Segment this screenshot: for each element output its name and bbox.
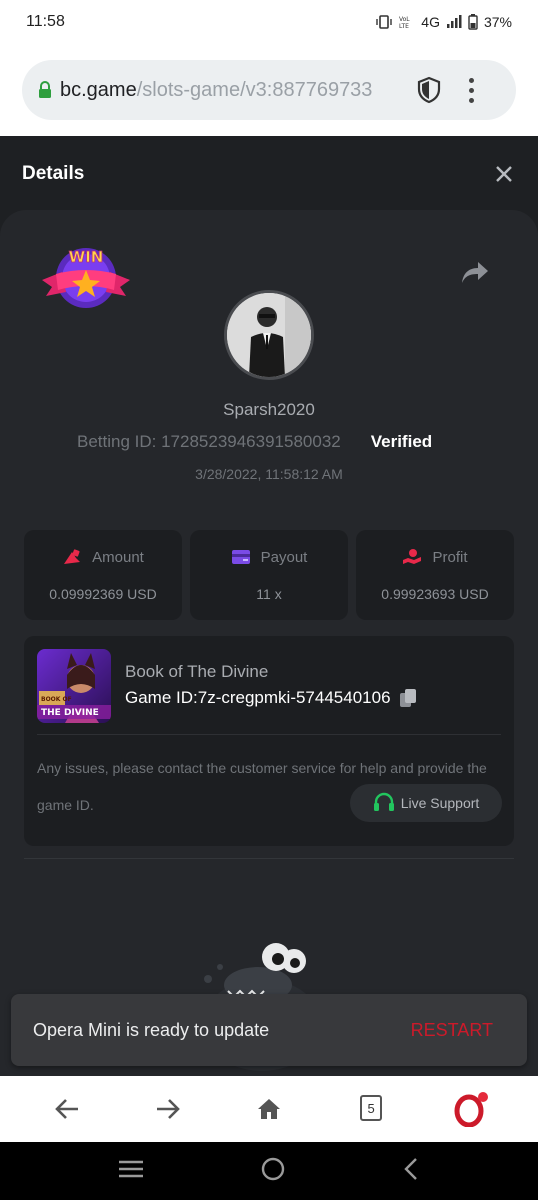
status-bar: 11:58 VoL LTE 4G 37% bbox=[0, 0, 538, 44]
home-icon bbox=[257, 1099, 280, 1119]
stat-payout-label-row: Payout bbox=[190, 548, 348, 566]
ad-block-shield-icon[interactable] bbox=[414, 75, 444, 105]
game-thumb-text-top: BOOK OF bbox=[41, 696, 72, 703]
game-thumbnail[interactable]: BOOK OF THE DIVINE bbox=[37, 649, 111, 723]
game-thumb-text-bottom: THE DIVINE bbox=[41, 708, 99, 718]
home-button[interactable] bbox=[247, 1087, 291, 1131]
more-vert-icon[interactable] bbox=[466, 77, 476, 103]
stat-payout-value: 11 x bbox=[256, 586, 282, 602]
battery-level: 37% bbox=[483, 14, 512, 30]
svg-text:VoL: VoL bbox=[399, 16, 410, 23]
vibrate-icon bbox=[375, 15, 393, 29]
toast-message: Opera Mini is ready to update bbox=[33, 1019, 270, 1040]
win-badge-icon: WIN bbox=[42, 240, 130, 312]
arrow-right-icon bbox=[156, 1099, 180, 1119]
profit-icon bbox=[402, 548, 422, 566]
browser-bottom-nav: 5 bbox=[0, 1076, 538, 1142]
stat-payout: Payout 11 x bbox=[190, 530, 348, 620]
amount-icon bbox=[62, 548, 82, 566]
system-back-icon[interactable] bbox=[402, 1157, 420, 1186]
stat-profit-label: Profit bbox=[432, 548, 468, 566]
username: Sparsh2020 bbox=[223, 400, 315, 419]
win-badge-text: WIN bbox=[69, 248, 104, 266]
svg-text:LTE: LTE bbox=[399, 23, 409, 29]
details-title: Details bbox=[22, 163, 85, 184]
betting-id-row: Betting ID: 1728523946391580032 Verified bbox=[77, 432, 432, 452]
payout-icon bbox=[231, 548, 251, 566]
bet-timestamp: 3/28/2022, 11:58:12 AM bbox=[195, 466, 343, 482]
live-support-label: Live Support bbox=[400, 795, 480, 811]
system-nav-bar bbox=[0, 1142, 538, 1200]
url-host: bc.game bbox=[60, 78, 137, 101]
stat-amount-label-row: Amount bbox=[24, 548, 182, 566]
arrow-left-icon bbox=[54, 1099, 78, 1119]
copy-icon[interactable] bbox=[399, 688, 417, 708]
stat-profit-value: 0.99923693 USD bbox=[381, 586, 489, 602]
headset-icon bbox=[373, 792, 395, 815]
browser-toolbar: bc.game/slots-game/v3:887769733 bbox=[0, 44, 538, 136]
url-path: /slots-game/v3:887769733 bbox=[136, 78, 373, 101]
tab-count: 5 bbox=[360, 1095, 383, 1121]
share-icon[interactable] bbox=[460, 260, 490, 286]
stat-profit: Profit 0.99923693 USD bbox=[356, 530, 514, 620]
game-id-row: Game ID:7z-cregpmki-5744540106 bbox=[125, 688, 417, 708]
lock-icon bbox=[38, 80, 54, 100]
recent-apps-icon[interactable] bbox=[118, 1159, 144, 1184]
game-info-panel: BOOK OF THE DIVINE Book of The Divine Ga… bbox=[24, 636, 514, 846]
divider bbox=[37, 734, 501, 735]
avatar bbox=[224, 290, 314, 380]
stat-profit-label-row: Profit bbox=[356, 548, 514, 566]
url-text[interactable]: bc.game/slots-game/v3:887769733 bbox=[60, 79, 402, 102]
signal-icon bbox=[446, 15, 462, 29]
back-button[interactable] bbox=[45, 1087, 89, 1131]
betting-id: Betting ID: 1728523946391580032 bbox=[77, 432, 341, 451]
address-bar[interactable]: bc.game/slots-game/v3:887769733 bbox=[22, 60, 516, 120]
stat-payout-label: Payout bbox=[260, 548, 308, 566]
stat-amount-label: Amount bbox=[92, 548, 144, 566]
stat-amount: Amount 0.09992369 USD bbox=[24, 530, 182, 620]
details-header: Details bbox=[0, 136, 538, 212]
status-time: 11:58 bbox=[26, 13, 65, 30]
verified-badge[interactable]: Verified bbox=[371, 432, 432, 452]
status-indicators: VoL LTE 4G 37% bbox=[375, 14, 512, 30]
close-icon[interactable] bbox=[494, 164, 514, 184]
game-name[interactable]: Book of The Divine bbox=[125, 662, 268, 682]
restart-button[interactable]: RESTART bbox=[411, 1020, 493, 1041]
stat-amount-value: 0.09992369 USD bbox=[49, 586, 157, 602]
opera-logo-icon bbox=[454, 1092, 489, 1127]
bet-details-card: WIN Sparsh2020 Betting ID: 1728523946391… bbox=[0, 210, 538, 1080]
tabs-button[interactable]: 5 bbox=[348, 1087, 392, 1131]
game-id: Game ID:7z-cregpmki-5744540106 bbox=[125, 688, 391, 707]
network-type: 4G bbox=[421, 14, 440, 30]
forward-button[interactable] bbox=[146, 1087, 190, 1131]
update-toast: Opera Mini is ready to update RESTART bbox=[11, 994, 527, 1066]
divider bbox=[24, 858, 514, 859]
home-circle-icon[interactable] bbox=[260, 1156, 286, 1187]
opera-menu-button[interactable] bbox=[449, 1087, 493, 1131]
battery-icon bbox=[468, 14, 478, 30]
live-support-button[interactable]: Live Support bbox=[350, 784, 502, 822]
lte-icon: VoL LTE bbox=[399, 15, 415, 29]
